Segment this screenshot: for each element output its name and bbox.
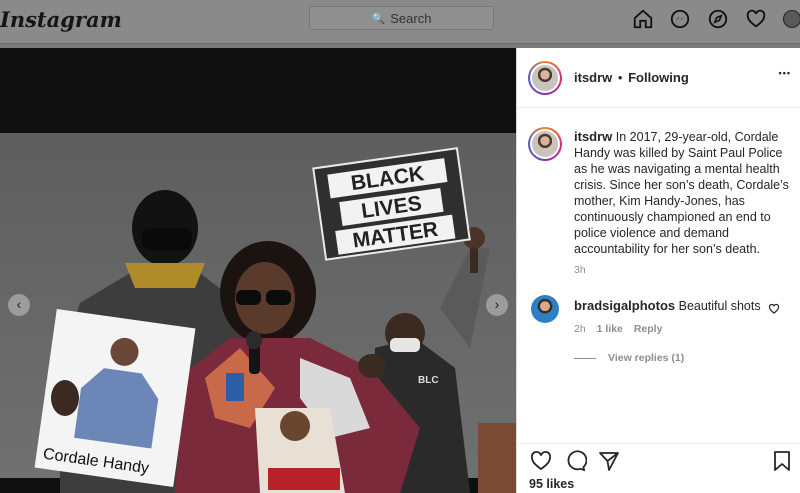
commenter-username[interactable]: bradsigalphotos	[574, 298, 675, 313]
heart-icon[interactable]	[745, 8, 767, 30]
profile-avatar[interactable]	[783, 10, 800, 28]
post-actions: 95 likes	[517, 443, 800, 493]
post-caption: itsdrw In 2017, 29-year-old, Cordale Han…	[574, 129, 789, 257]
commenter-avatar[interactable]	[531, 295, 559, 323]
comment-icon[interactable]	[563, 449, 588, 473]
prev-arrow[interactable]: ‹	[8, 294, 30, 316]
top-nav: Instagram 🔍 Search	[0, 0, 800, 44]
post-photo[interactable]: BLC BLACK LIVES MATTER Cordale Handy ‹ ›	[0, 48, 516, 493]
post-author-line: itsdrw • Following	[574, 70, 689, 85]
save-icon[interactable]	[770, 449, 794, 473]
post-author-username[interactable]: itsdrw	[574, 70, 612, 85]
comment-like-icon[interactable]	[768, 302, 780, 314]
explore-icon[interactable]	[707, 8, 729, 30]
comment-text: Beautiful shots	[678, 299, 761, 313]
search-box[interactable]: 🔍 Search	[309, 6, 494, 30]
comment-likes[interactable]: 1 like	[597, 323, 623, 335]
view-replies[interactable]: View replies (1)	[574, 352, 684, 364]
post-author-avatar[interactable]	[528, 61, 562, 95]
comment-meta: 2h 1 like Reply	[574, 323, 662, 335]
more-options-icon[interactable]: •••	[779, 68, 791, 78]
caption-avatar[interactable]	[528, 127, 562, 161]
photo-illustration: BLC BLACK LIVES MATTER Cordale Handy	[34, 147, 516, 493]
instagram-logo[interactable]: Instagram	[0, 7, 122, 32]
next-arrow[interactable]: ›	[486, 294, 508, 316]
share-icon[interactable]	[597, 449, 621, 473]
caption-text: In 2017, 29-year-old, Cordale Handy was …	[574, 130, 789, 256]
likes-count[interactable]: 95 likes	[529, 477, 574, 491]
like-icon[interactable]	[529, 449, 553, 473]
view-replies-label[interactable]: View replies (1)	[608, 352, 684, 364]
post-side-panel: itsdrw • Following ••• itsdrw In 2017, 2…	[516, 48, 800, 493]
hoodie-text: BLC	[418, 375, 439, 386]
caption-time[interactable]: 3h	[574, 264, 586, 276]
home-icon[interactable]	[632, 8, 654, 30]
search-icon: 🔍	[371, 12, 386, 25]
caption-username[interactable]: itsdrw	[574, 129, 612, 144]
follow-separator: •	[617, 70, 623, 85]
following-button[interactable]: Following	[628, 70, 689, 85]
replies-divider	[574, 357, 596, 359]
messenger-icon[interactable]	[669, 8, 691, 30]
post-header: itsdrw • Following •••	[517, 48, 800, 108]
search-placeholder: Search	[390, 10, 432, 26]
reply-button[interactable]: Reply	[634, 323, 663, 335]
comment-time[interactable]: 2h	[574, 323, 586, 335]
comment: bradsigalphotos Beautiful shots	[574, 298, 764, 313]
